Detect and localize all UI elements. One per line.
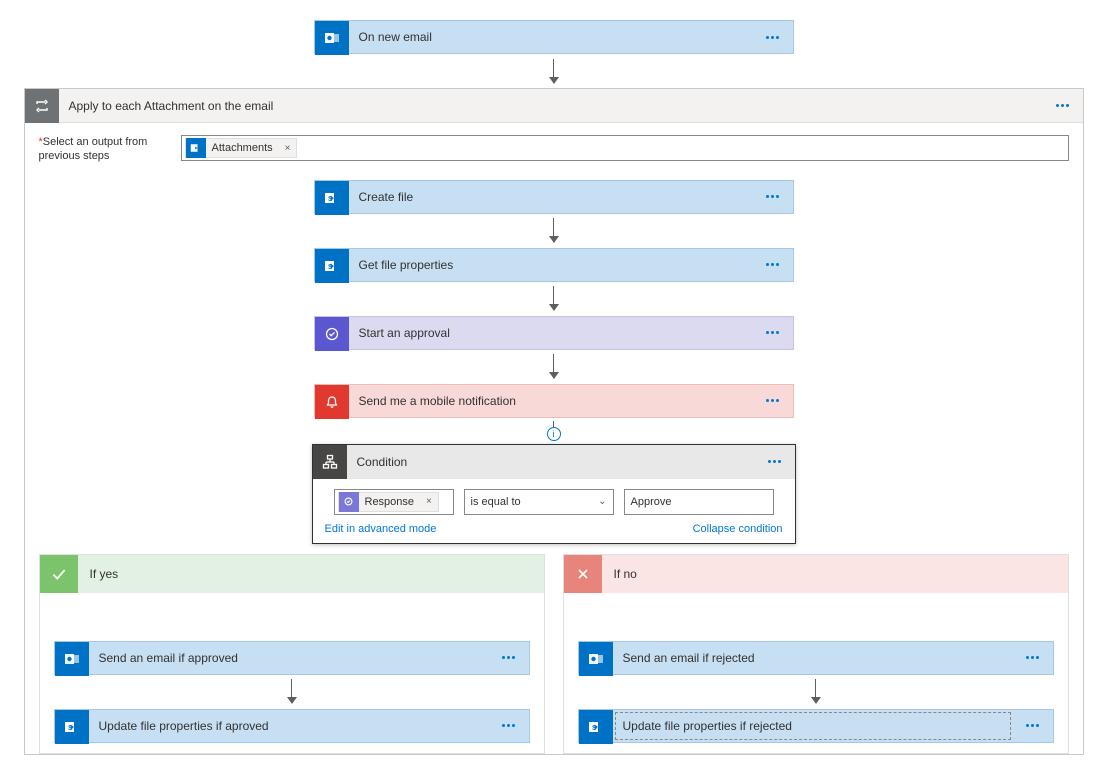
condition-card[interactable]: Condition Response ×	[312, 444, 796, 544]
foreach-field-label: *Select an output from previous steps	[39, 135, 169, 164]
condition-menu[interactable]	[755, 445, 795, 479]
step-label: Update file properties if rejected	[613, 710, 1013, 742]
connector-arrow	[549, 54, 559, 88]
update-properties-approved-card[interactable]: S Update file properties if aproved	[54, 709, 530, 743]
step-menu[interactable]	[489, 642, 529, 674]
notification-icon	[315, 385, 349, 419]
foreach-input-row: *Select an output from previous steps At…	[39, 135, 1069, 164]
close-icon	[564, 555, 602, 593]
sharepoint-icon: S	[315, 181, 349, 215]
svg-text:S: S	[328, 264, 333, 271]
notification-card[interactable]: Send me a mobile notification	[314, 384, 794, 418]
condition-operator-select[interactable]: is equal to ⌄	[464, 489, 614, 515]
svg-text:S: S	[68, 725, 73, 732]
outlook-icon	[579, 642, 613, 676]
sharepoint-icon: S	[55, 710, 89, 744]
if-no-branch: If no Send an email if rejected	[563, 554, 1069, 754]
step-menu[interactable]	[753, 249, 793, 281]
condition-value-input[interactable]: Approve	[624, 489, 774, 515]
condition-label: Condition	[347, 445, 755, 479]
sharepoint-icon: S	[315, 249, 349, 283]
connector-arrow: i	[547, 418, 561, 444]
foreach-scope: Apply to each Attachment on the email *S…	[24, 88, 1084, 755]
token-remove[interactable]: ×	[279, 143, 297, 154]
update-properties-rejected-card[interactable]: S Update file properties if rejected	[578, 709, 1054, 743]
step-menu[interactable]	[489, 710, 529, 742]
step-label: Send an email if approved	[89, 642, 489, 674]
if-yes-header[interactable]: If yes	[40, 555, 544, 593]
get-file-properties-card[interactable]: S Get file properties	[314, 248, 794, 282]
connector-arrow	[549, 282, 559, 316]
send-email-approved-card[interactable]: Send an email if approved	[54, 641, 530, 675]
step-label: Update file properties if aproved	[89, 710, 489, 742]
connector-arrow	[549, 350, 559, 384]
trigger-label: On new email	[349, 21, 753, 53]
if-yes-branch: If yes Send an email if approved	[39, 554, 545, 754]
branch-label: If no	[602, 567, 637, 581]
collapse-condition-link[interactable]: Collapse condition	[693, 523, 783, 535]
svg-text:S: S	[592, 725, 597, 732]
step-menu[interactable]	[1013, 642, 1053, 674]
step-label: Send an email if rejected	[613, 642, 1013, 674]
step-label: Get file properties	[349, 249, 753, 281]
step-menu[interactable]	[753, 181, 793, 213]
foreach-menu[interactable]	[1043, 89, 1083, 122]
trigger-card[interactable]: On new email	[314, 20, 794, 54]
step-label: Send me a mobile notification	[349, 385, 753, 417]
outlook-icon	[55, 642, 89, 676]
create-file-card[interactable]: S Create file	[314, 180, 794, 214]
connector-arrow	[549, 214, 559, 248]
svg-text:S: S	[328, 196, 333, 203]
start-approval-card[interactable]: Start an approval	[314, 316, 794, 350]
foreach-label: Apply to each Attachment on the email	[59, 89, 1043, 122]
step-menu[interactable]	[753, 385, 793, 417]
approval-icon	[339, 492, 359, 512]
if-no-header[interactable]: If no	[564, 555, 1068, 593]
foreach-output-input[interactable]: Attachments ×	[181, 135, 1069, 161]
token-remove[interactable]: ×	[420, 496, 438, 507]
connector-arrow	[811, 675, 821, 709]
info-badge[interactable]: i	[547, 427, 561, 441]
chevron-down-icon: ⌄	[598, 496, 606, 507]
condition-left-operand[interactable]: Response ×	[334, 489, 454, 515]
sharepoint-icon	[186, 138, 206, 158]
check-icon	[40, 555, 78, 593]
condition-icon	[313, 445, 347, 479]
trigger-menu[interactable]	[753, 21, 793, 53]
approval-icon	[315, 317, 349, 351]
outlook-icon	[315, 21, 349, 55]
step-menu[interactable]	[1013, 710, 1053, 742]
step-label: Start an approval	[349, 317, 753, 349]
foreach-icon	[25, 89, 59, 123]
step-label: Create file	[349, 181, 753, 213]
connector-arrow	[287, 675, 297, 709]
branch-label: If yes	[78, 567, 119, 581]
attachments-token[interactable]: Attachments ×	[185, 138, 298, 158]
response-token[interactable]: Response ×	[338, 492, 439, 512]
step-menu[interactable]	[753, 317, 793, 349]
edit-advanced-link[interactable]: Edit in advanced mode	[325, 523, 437, 535]
condition-branches: If yes Send an email if approved	[39, 554, 1069, 754]
sharepoint-icon: S	[579, 710, 613, 744]
send-email-rejected-card[interactable]: Send an email if rejected	[578, 641, 1054, 675]
foreach-header[interactable]: Apply to each Attachment on the email	[25, 89, 1083, 123]
